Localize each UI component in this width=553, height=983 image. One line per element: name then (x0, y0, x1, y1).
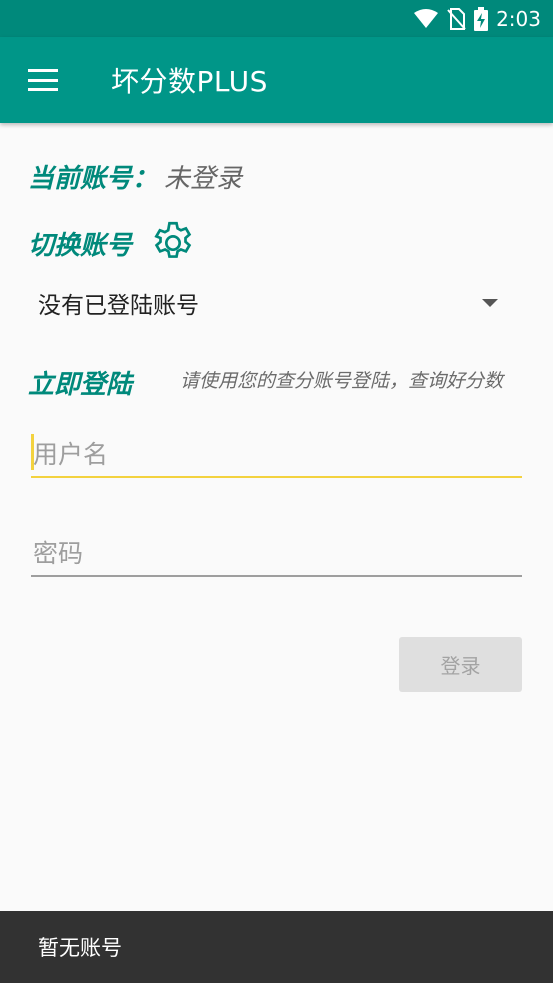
current-account-value: 未登录 (164, 164, 243, 194)
app-title: 坏分数PLUS (111, 65, 268, 98)
chevron-down-icon (482, 299, 498, 307)
password-input[interactable] (31, 538, 522, 568)
current-account-label: 当前账号： (28, 164, 159, 194)
username-input[interactable] (31, 439, 522, 469)
gear-icon[interactable] (148, 218, 198, 268)
wifi-icon (414, 8, 439, 29)
snackbar: 暂无账号 (0, 911, 553, 983)
status-bar: 2:03 (0, 0, 553, 37)
login-button[interactable]: 登录 (399, 637, 522, 692)
current-account-row: 当前账号： 未登录 (28, 158, 242, 195)
account-dropdown[interactable]: 没有已登陆账号 (38, 282, 508, 324)
battery-charging-icon (474, 6, 489, 31)
account-dropdown-value: 没有已登陆账号 (38, 293, 199, 319)
snackbar-message: 暂无账号 (38, 936, 122, 960)
switch-account-label: 切换账号 (28, 230, 133, 261)
switch-account-row: 切换账号 (28, 218, 198, 268)
app-bar: 坏分数PLUS (0, 37, 553, 123)
text-cursor (31, 434, 34, 470)
no-sim-icon (446, 7, 466, 30)
username-field[interactable] (31, 432, 522, 478)
status-time: 2:03 (496, 6, 541, 31)
login-hint: 请使用您的查分账号登陆，查询好分数 (179, 370, 503, 392)
login-heading: 立即登陆 (28, 370, 133, 400)
password-field[interactable] (31, 531, 522, 577)
hamburger-menu-icon[interactable] (28, 69, 58, 91)
